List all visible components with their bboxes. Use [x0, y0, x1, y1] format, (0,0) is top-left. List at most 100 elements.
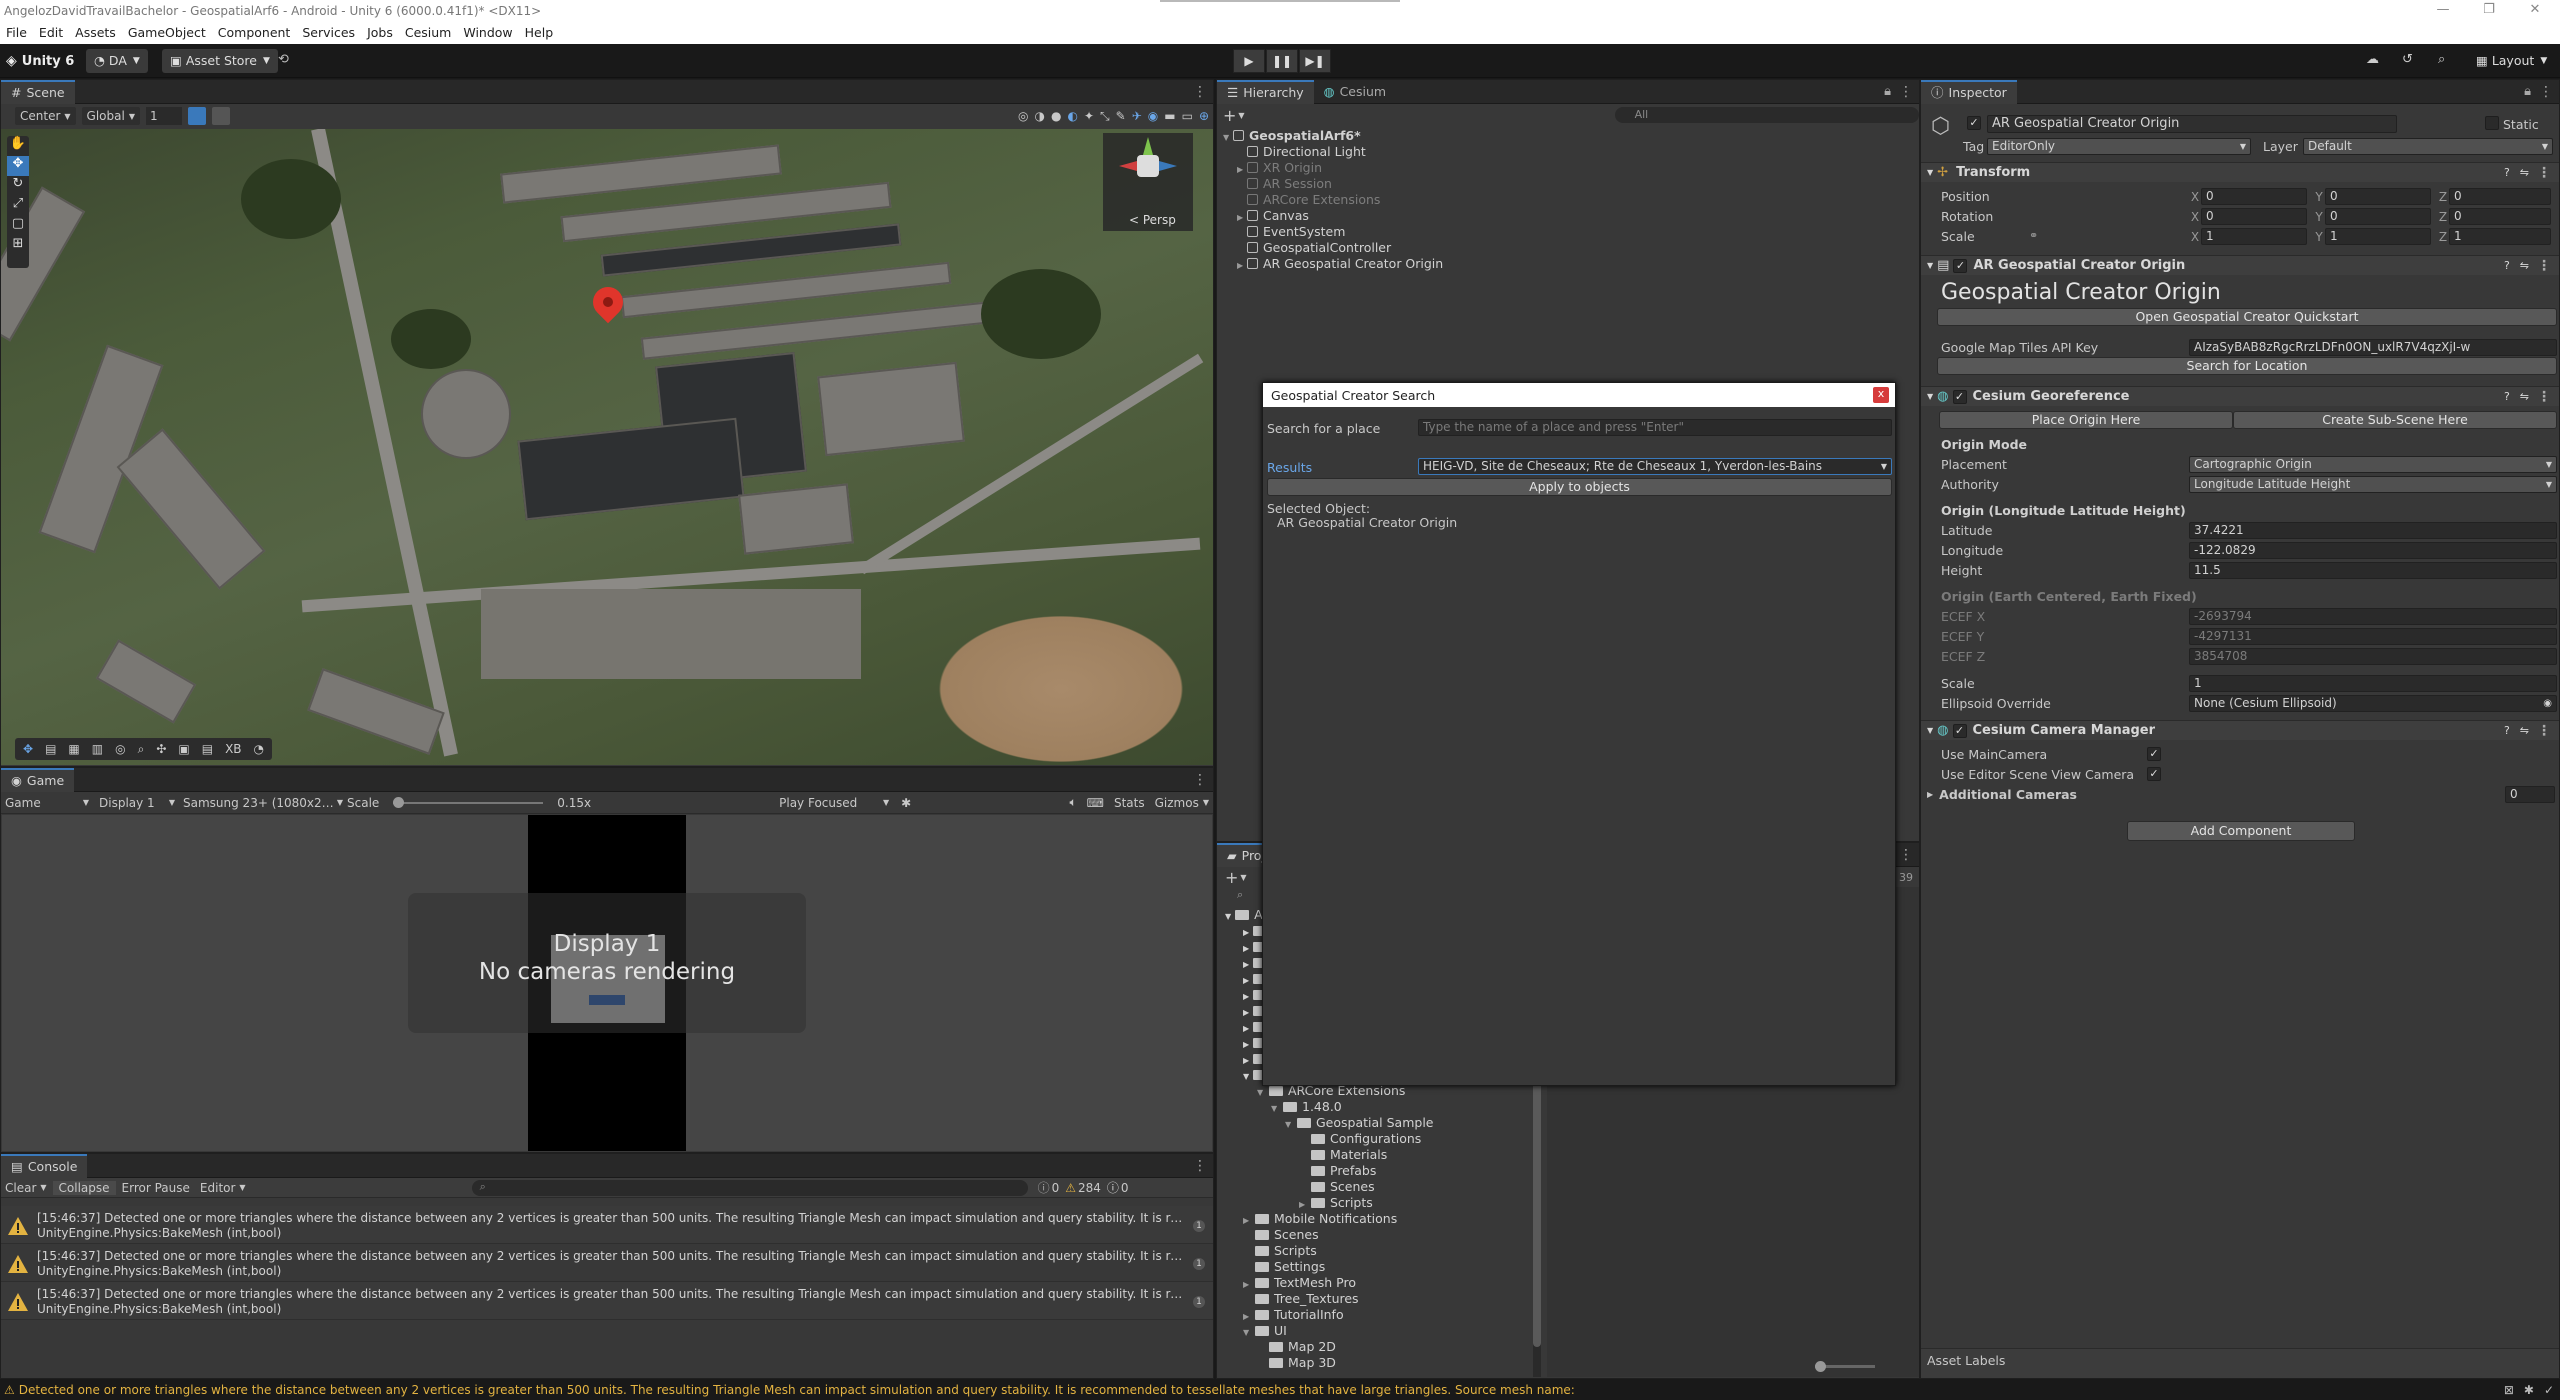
api-key-field[interactable]: AIzaSyBAB8zRgcRrzLDFn0ON_uxlR7V4qzXjI-w — [2189, 339, 2557, 356]
latitude-field[interactable]: 37.4221 — [2189, 522, 2557, 539]
grid-snap-toggle[interactable] — [187, 107, 206, 125]
panel-menu-icon[interactable]: ⋮ — [1193, 81, 1207, 103]
collapse-toggle[interactable]: Collapse — [52, 1180, 116, 1195]
info-icon[interactable]: ⓘ — [1038, 1179, 1050, 1196]
gizmos-button[interactable]: Gizmos — [1155, 796, 1199, 810]
shaded-sphere-icon[interactable]: ● — [1051, 109, 1061, 123]
2d-toggle-icon[interactable]: ⤡ — [1100, 109, 1110, 124]
object-name-field[interactable]: AR Geospatial Creator Origin — [1987, 115, 2397, 133]
panel-menu-icon[interactable]: ⋮ — [1899, 81, 1913, 103]
preset-icon[interactable]: ⇋ — [2520, 256, 2529, 276]
menu-services[interactable]: Services — [296, 22, 361, 44]
foldout-arrow-icon[interactable]: ▶ — [1237, 258, 1247, 274]
lighting-icon[interactable]: ◑ — [1035, 109, 1045, 123]
component-enabled-checkbox[interactable]: ✓ — [1952, 389, 1967, 404]
menu-assets[interactable]: Assets — [69, 22, 122, 44]
hierarchy-item[interactable]: ▶ XR Origin — [1217, 160, 1919, 176]
lock-icon[interactable]: 🔒︎ — [2524, 84, 2531, 99]
effects-icon[interactable]: ✈ — [1132, 109, 1142, 123]
foldout-arrow-icon[interactable]: ▼ — [1223, 130, 1233, 146]
space-dropdown[interactable]: Global ▼ — [81, 107, 140, 125]
account-dropdown[interactable]: ◔ DA ▼ — [86, 49, 148, 73]
shaded-mode-icon[interactable]: ◐ — [1067, 109, 1077, 123]
scale-x[interactable]: 1 — [2201, 228, 2307, 245]
place-origin-button[interactable]: Place Origin Here — [1939, 411, 2233, 429]
component-menu-icon[interactable]: ⋮ — [2537, 255, 2551, 277]
search-icon[interactable]: ⌕ — [2438, 52, 2445, 67]
longitude-field[interactable]: -122.0829 — [2189, 542, 2557, 559]
play-button[interactable]: ▶ — [1233, 49, 1265, 73]
clear-button[interactable]: Clear — [1, 1181, 40, 1195]
menu-help[interactable]: Help — [519, 22, 560, 44]
georeference-header[interactable]: ▼ ◍ ✓ Cesium Georeference ? ⇋ ⋮ — [1921, 386, 2559, 406]
preset-icon[interactable]: ⇋ — [2520, 721, 2529, 741]
asset-store-dropdown[interactable]: ▣ Asset Store ▼ — [162, 49, 278, 73]
warning-icon[interactable]: ⚠ — [1065, 1181, 1076, 1195]
visibility-icon[interactable]: ◉ — [1148, 109, 1158, 123]
status-bar[interactable]: ⚠ Detected one or more triangles where t… — [0, 1381, 2560, 1400]
audio-icon[interactable]: ✎ — [1116, 109, 1126, 123]
transform-header[interactable]: ▼ ✢ Transform ? ⇋ ⋮ — [1921, 162, 2559, 182]
pause-button[interactable]: ❚❚ — [1266, 49, 1298, 73]
object-picker-icon[interactable]: ◉ — [2543, 696, 2552, 711]
stats-button[interactable]: Stats — [1114, 796, 1145, 810]
additional-cameras-count[interactable]: 0 — [2505, 786, 2555, 803]
step-button[interactable]: ▶❚ — [1299, 49, 1331, 73]
component-menu-icon[interactable]: ⋮ — [2537, 386, 2551, 408]
transform-tool-icon[interactable]: ⊞ — [7, 236, 29, 256]
camera-settings-icon[interactable]: ▬ — [1164, 109, 1175, 123]
editor-dropdown[interactable]: Editor — [196, 1181, 240, 1195]
scale-slider-thumb[interactable] — [393, 796, 405, 808]
hierarchy-item[interactable]: ▼ GeospatialArf6* — [1217, 128, 1919, 144]
component-menu-icon[interactable]: ⋮ — [2537, 162, 2551, 184]
position-x[interactable]: 0 — [2201, 188, 2307, 205]
tab-inspector[interactable]: ⓘ Inspector — [1921, 79, 2017, 104]
move-tool-icon[interactable]: ✥ — [7, 156, 29, 176]
rotate-tool-icon[interactable]: ↻ — [7, 176, 29, 196]
gizmo-x-axis[interactable] — [1119, 161, 1137, 171]
tool-icon[interactable]: ⌕ — [138, 742, 145, 757]
panel-menu-icon[interactable]: ⋮ — [1193, 1155, 1207, 1177]
component-menu-icon[interactable]: ⋮ — [2537, 720, 2551, 742]
foldout-arrow-icon[interactable]: ▼ — [1243, 1325, 1255, 1341]
play-focused-dropdown[interactable]: Play Focused ▼ — [779, 796, 889, 810]
zoom-slider[interactable] — [1815, 1361, 1875, 1372]
static-checkbox[interactable] — [2485, 116, 2499, 130]
panel-menu-icon[interactable]: ⋮ — [1899, 844, 1913, 866]
add-component-button[interactable]: Add Component — [2127, 821, 2355, 841]
use-main-camera-checkbox[interactable]: ✓ — [2147, 747, 2161, 761]
hierarchy-item[interactable]: GeospatialController — [1217, 240, 1919, 256]
version-control-icon[interactable]: ⟲ — [278, 52, 289, 67]
foldout-arrow-icon[interactable]: ▼ — [1285, 1117, 1297, 1133]
hierarchy-search-input[interactable]: All — [1614, 107, 1919, 123]
keyboard-icon[interactable]: ⌨ — [1087, 796, 1104, 810]
network-icon[interactable]: ⊠ — [2504, 1381, 2514, 1400]
gizmo-y-axis[interactable] — [1143, 137, 1153, 155]
tab-scene[interactable]: # Scene — [1, 79, 75, 104]
active-checkbox[interactable]: ✓ — [1967, 116, 1981, 130]
hierarchy-item[interactable]: EventSystem — [1217, 224, 1919, 240]
draw-mode-icon[interactable]: ◎ — [1018, 109, 1028, 123]
xb-icon[interactable]: XB — [225, 742, 241, 756]
scale-z[interactable]: 1 — [2449, 228, 2551, 245]
auto-refresh-icon[interactable]: ✓ — [2544, 1381, 2554, 1400]
maximize-button[interactable]: ❐ — [2466, 0, 2512, 22]
error-pause-toggle[interactable]: Error Pause — [116, 1181, 196, 1195]
render-options-icon[interactable]: ✦ — [1084, 109, 1094, 123]
origin-component-header[interactable]: ▼ ▤ ✓ AR Geospatial Creator Origin ? ⇋ ⋮ — [1921, 255, 2559, 275]
menu-edit[interactable]: Edit — [33, 22, 69, 44]
debug-icon[interactable]: ✱ — [2524, 1381, 2534, 1400]
gizmo-z-axis[interactable] — [1159, 161, 1177, 171]
tool-icon[interactable]: ◎ — [115, 742, 125, 756]
tool-icon[interactable]: ▤ — [45, 742, 56, 756]
console-entry[interactable]: [15:46:37] Detected one or more triangle… — [1, 1206, 1213, 1244]
device-dropdown[interactable]: Samsung 23+ (1080x234 ▼ — [183, 796, 343, 810]
orientation-gizmo[interactable]: < Persp — [1103, 133, 1193, 231]
bug-icon[interactable]: ✱ — [901, 796, 911, 810]
help-icon[interactable]: ? — [2504, 163, 2510, 183]
hand-tool-icon[interactable]: ✋ — [7, 136, 29, 156]
tool-icon[interactable]: ▣ — [178, 742, 189, 756]
open-quickstart-button[interactable]: Open Geospatial Creator Quickstart — [1937, 308, 2557, 326]
gizmos-dropdown-icon[interactable]: ⊕ — [1199, 109, 1209, 123]
apply-to-objects-button[interactable]: Apply to objects — [1267, 478, 1892, 496]
